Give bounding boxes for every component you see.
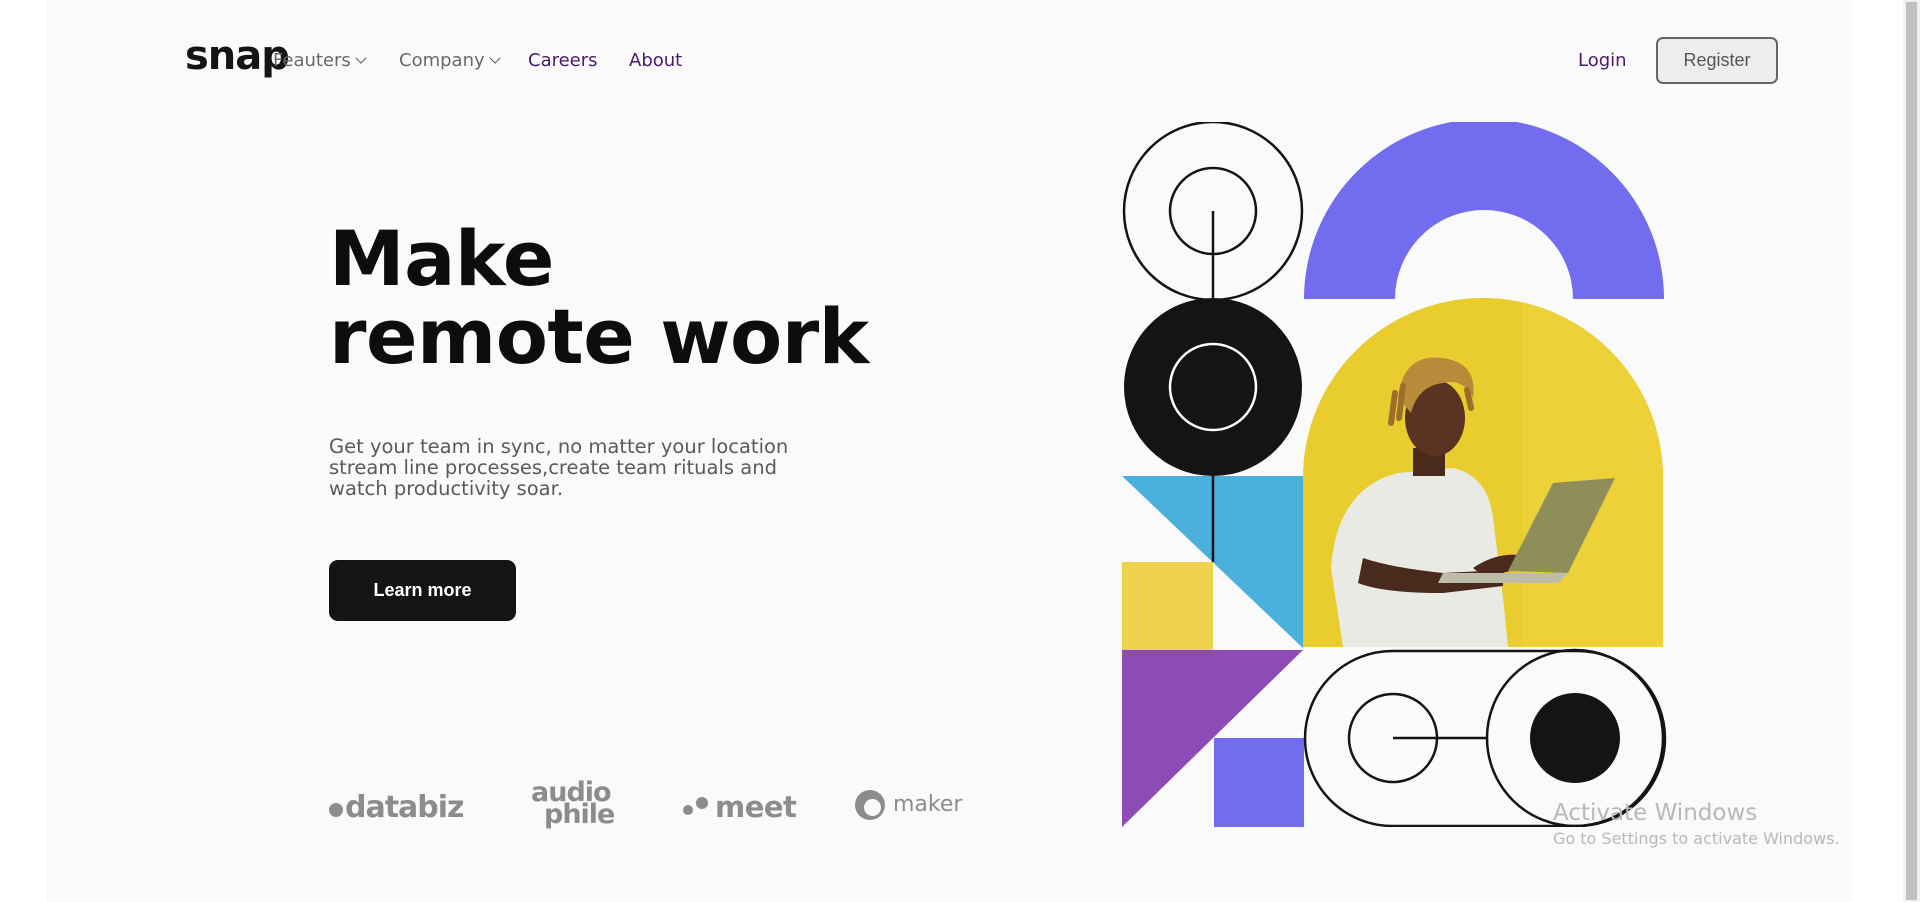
blue-triangle-shape-2: [1213, 476, 1303, 648]
nav-features-dropdown[interactable]: Feauters: [273, 50, 367, 71]
meet-dots-icon: [683, 795, 709, 817]
databiz-dot-icon: [329, 803, 343, 817]
nav-company-dropdown[interactable]: Company: [399, 50, 501, 71]
black-circle-shape: [1124, 298, 1302, 476]
meet-logo: meet: [683, 790, 797, 824]
black-dot-shape: [1530, 693, 1620, 783]
yellow-square-shape: [1122, 562, 1213, 650]
hero-description-line: Get your team in sync, no matter your lo…: [329, 435, 789, 458]
login-link[interactable]: Login: [1578, 50, 1627, 71]
page: snap Feauters Company Careers About Logi…: [47, 0, 1852, 902]
nav-features-label: Feauters: [273, 50, 351, 71]
windows-activation-watermark: Activate Windows Go to Settings to activ…: [1553, 800, 1840, 848]
vertical-scrollbar[interactable]: [1903, 0, 1920, 902]
audiophile-logo-text-line-2: phile: [544, 799, 615, 830]
hero-heading: Make remote work: [329, 220, 869, 376]
meet-logo-text: meet: [715, 790, 797, 824]
chevron-down-icon: [488, 52, 501, 64]
hero-description-line: watch productivity soar.: [329, 477, 564, 500]
hero-illustration: [1122, 119, 1667, 828]
hero-heading-line-1: Make: [329, 214, 554, 303]
person-with-laptop-image: [1303, 298, 1663, 647]
hero-description-line: stream line processes,create team ritual…: [329, 456, 777, 479]
nav-careers-link[interactable]: Careers: [528, 50, 598, 71]
scrollbar-thumb[interactable]: [1906, 2, 1917, 900]
databiz-logo: databiz: [329, 790, 465, 825]
learn-more-button[interactable]: Learn more: [329, 560, 516, 621]
maker-logo-text: maker: [893, 792, 963, 817]
hero-photo: [1303, 298, 1663, 647]
nav-company-label: Company: [399, 50, 485, 71]
hero-description: Get your team in sync, no matter your lo…: [329, 436, 829, 499]
arch-shape: [1304, 119, 1664, 299]
register-button[interactable]: Register: [1656, 37, 1778, 84]
maker-logo: maker: [855, 790, 962, 820]
chevron-down-icon: [355, 52, 367, 64]
databiz-logo-text: databiz: [345, 790, 465, 825]
nav-about-link[interactable]: About: [629, 50, 682, 71]
watermark-subtitle: Go to Settings to activate Windows.: [1553, 829, 1840, 848]
maker-circle-icon: [855, 790, 885, 820]
audiophile-logo: audio phile: [531, 779, 615, 830]
hero-heading-line-2: remote work: [329, 292, 869, 381]
watermark-title: Activate Windows: [1553, 800, 1758, 826]
periwinkle-square-shape: [1214, 738, 1304, 827]
